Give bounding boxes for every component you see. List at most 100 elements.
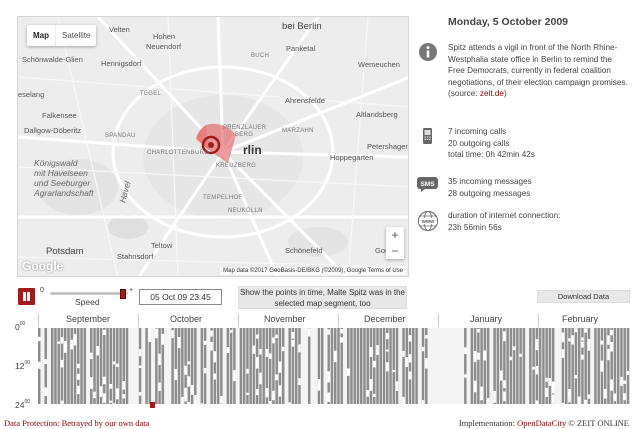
timeline-gap <box>610 379 613 391</box>
messages-stats: 35 incoming messages 28 outgoing message… <box>448 176 628 199</box>
timeline-day <box>363 328 366 404</box>
city-label: rlin <box>243 143 262 157</box>
timeline-day <box>379 328 382 404</box>
timeline-day <box>626 328 630 404</box>
timeline-gap <box>109 384 113 389</box>
source-link[interactable]: zeit.de <box>480 89 504 98</box>
month-december: December <box>364 314 406 324</box>
activity-timeline[interactable] <box>38 328 630 408</box>
timeline-gap <box>181 396 184 406</box>
timeline-gap <box>535 366 539 375</box>
timeline-gap <box>60 400 64 405</box>
timeline-gap <box>581 337 584 341</box>
timeline-day <box>360 328 363 404</box>
place-label: Wemeuchen <box>358 60 400 69</box>
incoming-messages: 35 incoming messages <box>448 177 532 186</box>
timeline-day <box>532 328 535 404</box>
timeline-gap <box>369 379 373 385</box>
timeline-gap <box>77 385 80 395</box>
timeline-day <box>522 328 526 404</box>
outgoing-messages: 28 outgoing messages <box>448 188 531 198</box>
speed-label: Speed <box>75 297 100 307</box>
timeline-gap <box>122 381 126 390</box>
map[interactable]: Map Satellite Velten Hohen Neuendorf bei Be… <box>17 16 409 277</box>
speed-slider[interactable] <box>50 289 128 299</box>
timeline-gap <box>226 347 230 353</box>
map-type-control: Map Satellite <box>27 25 97 46</box>
timeline-gap <box>265 349 269 357</box>
timeline-gap <box>187 401 191 408</box>
timeline-gap <box>327 329 330 335</box>
timeline-gap <box>246 368 249 374</box>
timeline-gap <box>161 333 165 345</box>
timeline-gap <box>600 360 604 372</box>
timeline-gap <box>255 357 259 369</box>
place-label: Velten <box>109 25 130 34</box>
timeline-day <box>516 328 519 404</box>
place-label: bei Berlin <box>282 21 322 32</box>
zoom-out-button[interactable]: − <box>386 243 404 259</box>
timeline-gap <box>259 372 262 385</box>
timeline-gap <box>213 373 217 380</box>
timeline-gap <box>265 388 269 398</box>
timeline-gap <box>203 340 207 345</box>
timeline-day <box>506 328 509 404</box>
place-label: Petershagen <box>367 142 409 151</box>
timeline-day <box>262 328 265 404</box>
timeline-gap <box>246 392 249 395</box>
timeline-gap <box>203 368 207 374</box>
speed-slider-handle[interactable] <box>119 289 126 299</box>
map-attribution[interactable]: Map data ©2017 GeoBasis-DE/BKG (©2009), … <box>220 267 406 275</box>
timeline-gap <box>473 351 477 362</box>
timeline-day <box>233 328 236 404</box>
satellite-button[interactable]: Satellite <box>55 25 96 46</box>
timeline-gap <box>405 357 409 367</box>
timeline-day <box>70 328 73 404</box>
timeline-day <box>483 328 487 404</box>
timeline-gap <box>138 365 142 368</box>
timeline-day <box>421 328 425 404</box>
timeline-gap <box>584 328 587 333</box>
timeline-day <box>477 328 480 404</box>
map-button[interactable]: Map <box>27 25 55 46</box>
slider-max-label: + <box>129 287 134 294</box>
timeline-gap <box>220 396 223 404</box>
timeline-gap <box>610 342 613 352</box>
timeline-day <box>542 328 545 404</box>
footer-title[interactable]: Data Protection: Betrayed by our own dat… <box>4 418 149 428</box>
pause-button[interactable] <box>18 288 35 305</box>
credits-prefix: Implementation: <box>458 418 518 428</box>
place-label: BERG <box>235 132 254 138</box>
timeline-gap <box>44 359 47 364</box>
zoom-in-button[interactable]: + <box>386 227 404 243</box>
timeline-gap <box>408 335 412 342</box>
download-data-button[interactable]: Download Data <box>537 290 630 303</box>
timeline-gap <box>99 386 103 397</box>
timeline-day <box>616 328 620 404</box>
hour-sup: 00 <box>24 399 31 405</box>
opendatacity-link[interactable]: OpenDataCity <box>517 418 566 428</box>
timeline-gap <box>57 341 60 344</box>
timeline-gap <box>38 336 41 342</box>
place-label: Falkensee <box>42 111 77 120</box>
timeline-day <box>594 328 597 404</box>
timeline-gap <box>268 401 272 408</box>
timeline-gap <box>158 382 161 391</box>
info-date: Monday, 5 October 2009 <box>448 16 569 28</box>
www-icon-label: www <box>421 219 436 225</box>
timeline-gap <box>587 339 591 351</box>
show-points-button[interactable]: Show the points in time, Malte Spitz was… <box>238 286 407 309</box>
event-description: Spitz attends a vigil in front of the No… <box>448 42 628 100</box>
place-label: Stahnsdorf <box>117 252 154 261</box>
month-divider <box>238 314 239 327</box>
timeline-gap <box>369 347 373 357</box>
timeline-gap <box>551 381 555 394</box>
place-label: Schönwalde-Glien <box>22 55 83 64</box>
timeline-gap <box>210 330 213 337</box>
hour-label-0: 000 <box>15 321 25 332</box>
timeline-gap <box>373 360 376 368</box>
timeline-day <box>291 328 295 404</box>
place-label: Potsdam <box>46 246 84 257</box>
timeline-gap <box>109 400 113 403</box>
timeline-gap <box>278 361 282 365</box>
